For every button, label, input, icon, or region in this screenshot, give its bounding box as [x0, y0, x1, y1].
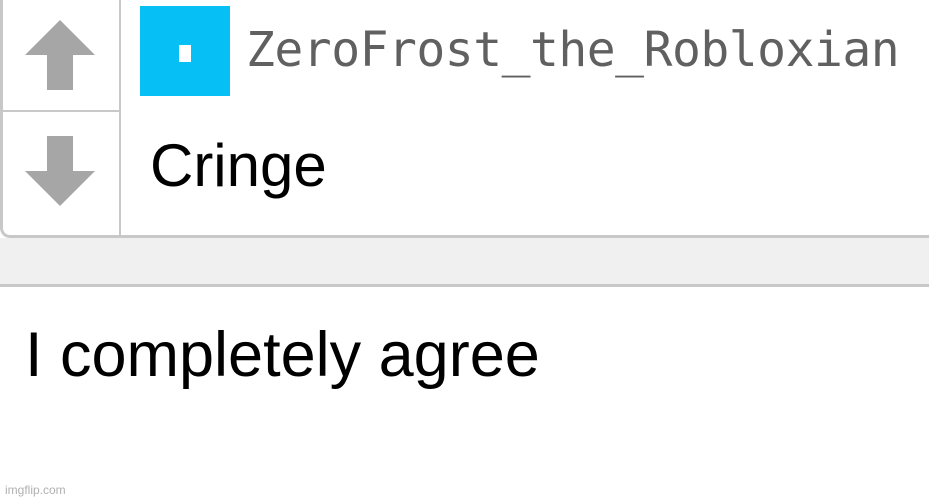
- meme-canvas: ZeroFrost_the_Robloxian Cringe I complet…: [0, 0, 929, 500]
- separator-band: [0, 238, 929, 287]
- down-arrow-icon: [25, 136, 95, 206]
- downvote-button[interactable]: [3, 114, 119, 234]
- comment-text: Cringe: [150, 132, 327, 199]
- username[interactable]: ZeroFrost_the_Robloxian: [246, 18, 900, 82]
- avatar-dot: [179, 45, 191, 62]
- avatar[interactable]: [140, 6, 230, 96]
- vote-column: [3, 0, 121, 235]
- reply-text: I completely agree: [25, 320, 540, 390]
- watermark: imgflip.com: [5, 483, 66, 497]
- comment-card: ZeroFrost_the_Robloxian Cringe: [0, 0, 929, 238]
- upvote-button[interactable]: [3, 0, 119, 112]
- up-arrow-icon: [25, 20, 95, 90]
